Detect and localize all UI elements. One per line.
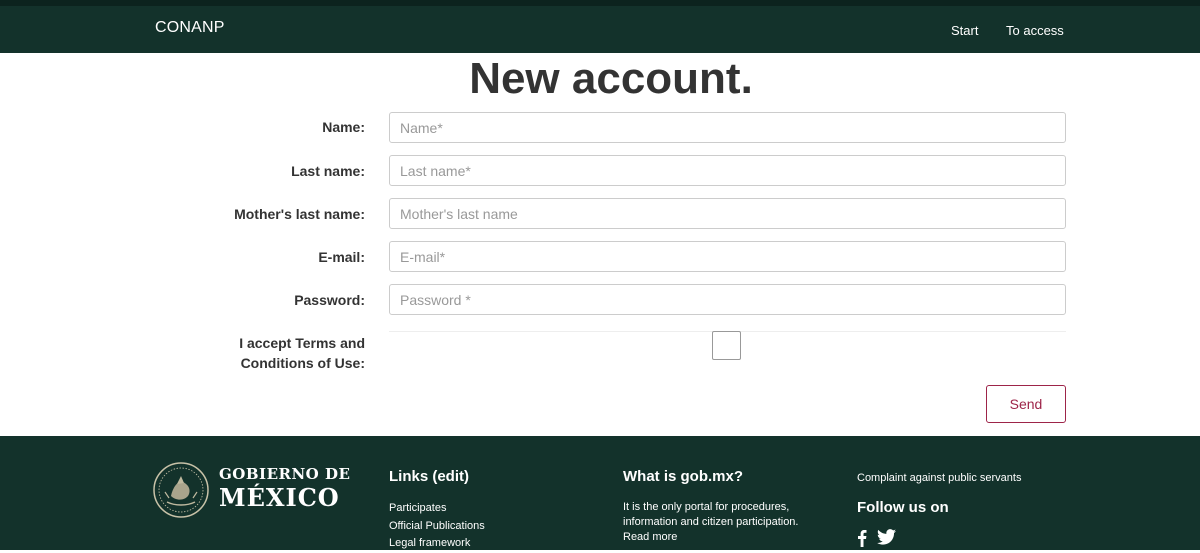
send-button[interactable]: Send <box>986 385 1066 423</box>
list-item: Participates <box>389 500 485 518</box>
email-label: E-mail: <box>318 249 365 265</box>
follow-us-heading: Follow us on <box>857 499 949 516</box>
footer-gob-column: What is gob.mx? It is the only portal fo… <box>623 468 843 545</box>
gob-heading: What is gob.mx? <box>623 468 743 485</box>
national-seal-icon <box>153 462 209 518</box>
mothers-last-name-input[interactable] <box>389 198 1066 229</box>
password-label: Password: <box>294 292 365 308</box>
terms-label-line2: Conditions of Use: <box>240 355 365 371</box>
email-input[interactable] <box>389 241 1066 272</box>
last-name-input[interactable] <box>389 155 1066 186</box>
terms-label: I accept Terms and Conditions of Use: <box>239 333 365 373</box>
nav-link-start[interactable]: Start <box>951 23 978 38</box>
top-navbar: CONANP Start To access <box>0 0 1200 53</box>
terms-label-line1: I accept Terms and <box>239 335 365 351</box>
footer-links-column: Links (edit) Participates Official Publi… <box>389 468 485 553</box>
link-official-publications[interactable]: Official Publications <box>389 520 485 532</box>
twitter-icon[interactable] <box>877 529 897 550</box>
nav-link-to-access[interactable]: To access <box>1006 23 1064 38</box>
facebook-icon[interactable] <box>857 529 867 552</box>
last-name-label: Last name: <box>291 163 365 179</box>
link-legal-framework[interactable]: Legal framework <box>389 537 470 549</box>
link-participates[interactable]: Participates <box>389 502 446 514</box>
gob-description-line2: information and citizen participation. <box>623 516 799 528</box>
footer-links-list: Participates Official Publications Legal… <box>389 500 485 553</box>
gob-description-line1: It is the only portal for procedures, <box>623 501 790 513</box>
list-item: Official Publications <box>389 518 485 536</box>
gov-name-bottom: MÉXICO <box>219 483 340 512</box>
links-heading: Links (edit) <box>389 468 470 485</box>
gov-name-top: GOBIERNO DE <box>219 465 351 483</box>
gob-description: It is the only portal for procedures, in… <box>623 500 843 530</box>
footer-complaint-column: Complaint against public servants Follow… <box>857 467 1021 549</box>
name-label: Name: <box>322 119 365 135</box>
read-more-link[interactable]: Read more <box>623 530 843 545</box>
terms-checkbox[interactable] <box>712 331 741 360</box>
gobierno-de-mexico-logo[interactable]: GOBIERNO DE MÉXICO <box>153 460 353 520</box>
social-links <box>857 529 1021 549</box>
complaint-link[interactable]: Complaint against public servants <box>857 469 1021 487</box>
mothers-last-name-label: Mother's last name: <box>234 206 365 222</box>
name-input[interactable] <box>389 112 1066 143</box>
footer: GOBIERNO DE MÉXICO Links (edit) Particip… <box>0 436 1200 550</box>
page-title: New account. <box>469 54 753 103</box>
brand-link[interactable]: CONANP <box>155 19 225 37</box>
password-input[interactable] <box>389 284 1066 315</box>
